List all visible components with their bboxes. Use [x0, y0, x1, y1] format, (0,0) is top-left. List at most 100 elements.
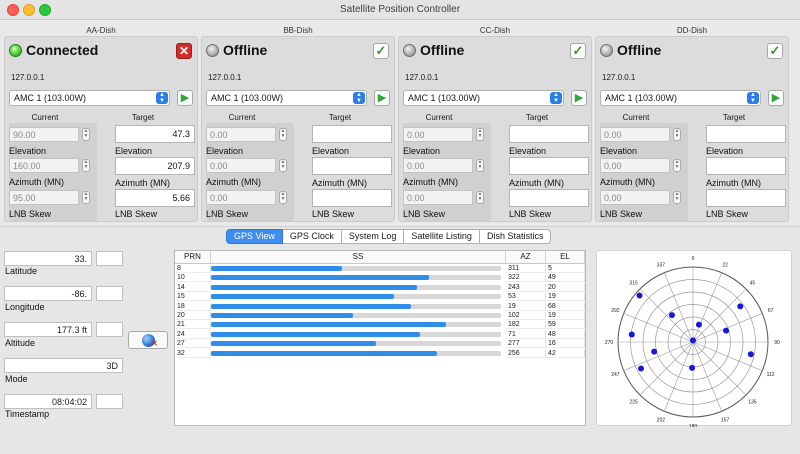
target-lnb-skew-field[interactable]: 5.66	[115, 189, 195, 207]
satellite-select[interactable]: AMC 1 (103.00W) ▲ ▼	[9, 90, 170, 106]
azimuth-spinner[interactable]: ▲ ▼	[673, 159, 681, 172]
prn-cell: 24	[175, 330, 211, 339]
current-azimuth-field[interactable]: 0.00	[600, 158, 670, 173]
current-lnb-skew-field[interactable]: 0.00	[403, 190, 473, 205]
current-elevation-field[interactable]: 0.00	[403, 127, 473, 142]
current-elevation-field[interactable]: 0.00	[600, 127, 670, 142]
tab-gps-view[interactable]: GPS View	[226, 229, 283, 244]
target-azimuth-field[interactable]	[706, 157, 786, 175]
move-dish-button[interactable]: ▶	[768, 90, 784, 106]
move-dish-button[interactable]: ▶	[571, 90, 587, 106]
longitude-field[interactable]: -86.	[4, 286, 92, 301]
prn-cell: 27	[175, 340, 211, 349]
elevation-spinner[interactable]: ▲ ▼	[673, 128, 681, 141]
azimuth-tick-label: 292	[611, 308, 620, 314]
table-row[interactable]: 14 243 20	[175, 283, 585, 292]
tab-dish-statistics[interactable]: Dish Statistics	[479, 229, 552, 244]
table-row[interactable]: 27 277 16	[175, 340, 585, 349]
azimuth-spinner[interactable]: ▲ ▼	[82, 159, 90, 172]
signal-strength-fill	[211, 303, 411, 309]
tab-gps-clock[interactable]: GPS Clock	[282, 229, 342, 244]
ss-column-header[interactable]: SS	[211, 251, 506, 264]
table-row[interactable]: 8 311 5	[175, 265, 585, 273]
az-column-header[interactable]: AZ	[506, 251, 546, 264]
current-azimuth-field[interactable]: 0.00	[403, 158, 473, 173]
table-row[interactable]: 15 53 19	[175, 293, 585, 302]
signal-strength-bar	[211, 275, 501, 281]
prn-cell: 8	[175, 265, 211, 273]
mode-field[interactable]: 3D	[4, 358, 123, 373]
gps-refresh-button[interactable]: ✕	[128, 331, 168, 349]
satellite-select[interactable]: AMC 1 (103.00W) ▲ ▼	[403, 90, 564, 106]
connect-button[interactable]: ✓	[570, 43, 586, 59]
connection-status: Offline	[617, 42, 662, 58]
connect-button[interactable]: ✓	[767, 43, 783, 59]
target-elevation-field[interactable]: 47.3	[115, 125, 195, 143]
move-dish-button[interactable]: ▶	[177, 90, 193, 106]
current-elevation-field[interactable]: 90.00	[9, 127, 79, 142]
target-azimuth-field[interactable]	[312, 157, 392, 175]
target-lnb-skew-field[interactable]	[706, 189, 786, 207]
prn-cell: 14	[175, 283, 211, 292]
updown-chevron-icon: ▲ ▼	[747, 92, 759, 104]
satellite-select[interactable]: AMC 1 (103.00W) ▲ ▼	[600, 90, 761, 106]
elevation-spinner[interactable]: ▲ ▼	[82, 128, 90, 141]
azimuth-spinner[interactable]: ▲ ▼	[279, 159, 287, 172]
prn-cell: 15	[175, 293, 211, 302]
altitude-field[interactable]: 177.3 ft	[4, 322, 92, 337]
lnb-skew-spinner[interactable]: ▲ ▼	[279, 191, 287, 204]
current-lnb-skew-field[interactable]: 0.00	[600, 190, 670, 205]
lnb-skew-spinner[interactable]: ▲ ▼	[673, 191, 681, 204]
current-elevation-field[interactable]: 0.00	[206, 127, 276, 142]
latitude-extra-field[interactable]	[96, 251, 123, 266]
target-lnb-skew-label: LNB Skew	[706, 209, 749, 219]
longitude-extra-field[interactable]	[96, 286, 123, 301]
target-elevation-field[interactable]	[706, 125, 786, 143]
tab-satellite-listing[interactable]: Satellite Listing	[404, 229, 480, 244]
prn-column-header[interactable]: PRN	[175, 251, 211, 264]
target-elevation-field[interactable]	[312, 125, 392, 143]
lnb-skew-spinner[interactable]: ▲ ▼	[82, 191, 90, 204]
window-titlebar: Satellite Position Controller	[0, 0, 800, 20]
table-row[interactable]: 10 322 49	[175, 274, 585, 283]
azimuth-spinner[interactable]: ▲ ▼	[476, 159, 484, 172]
target-azimuth-field[interactable]: 207.9	[115, 157, 195, 175]
satellite-point	[747, 351, 754, 358]
target-lnb-skew-field[interactable]	[312, 189, 392, 207]
el-column-header[interactable]: EL	[546, 251, 585, 264]
satellite-select[interactable]: AMC 1 (103.00W) ▲ ▼	[206, 90, 367, 106]
latitude-field[interactable]: 33.	[4, 251, 92, 266]
table-row[interactable]: 32 256 42	[175, 349, 585, 358]
table-row[interactable]: 24 71 48	[175, 330, 585, 339]
target-lnb-skew-field[interactable]	[509, 189, 589, 207]
elevation-spinner[interactable]: ▲ ▼	[279, 128, 287, 141]
table-row[interactable]: 21 182 59	[175, 321, 585, 330]
elevation-label: Elevation	[206, 146, 244, 156]
current-lnb-skew-field[interactable]: 0.00	[206, 190, 276, 205]
connect-button[interactable]: ✓	[373, 43, 389, 59]
disconnect-button[interactable]: ✕	[176, 43, 192, 59]
current-azimuth-field[interactable]: 160.00	[9, 158, 79, 173]
target-elevation-field[interactable]	[509, 125, 589, 143]
az-cell: 243	[506, 283, 546, 292]
elevation-spinner[interactable]: ▲ ▼	[476, 128, 484, 141]
signal-strength-fill	[211, 266, 342, 271]
satellite-select-value: AMC 1 (103.00W)	[14, 93, 87, 103]
signal-strength-fill	[211, 294, 394, 300]
current-azimuth-field[interactable]: 0.00	[206, 158, 276, 173]
status-led-icon	[600, 44, 613, 57]
timestamp-extra-field[interactable]	[96, 394, 123, 409]
timestamp-field[interactable]: 08:04:02	[4, 394, 92, 409]
current-header: Current	[622, 113, 650, 122]
move-dish-button[interactable]: ▶	[374, 90, 390, 106]
error-x-icon: ✕	[151, 339, 158, 348]
current-lnb-skew-field[interactable]: 95.00	[9, 190, 79, 205]
altitude-extra-field[interactable]	[96, 322, 123, 337]
tab-system-log[interactable]: System Log	[341, 229, 405, 244]
table-row[interactable]: 20 102 19	[175, 312, 585, 320]
target-azimuth-field[interactable]	[509, 157, 589, 175]
target-azimuth-label: Azimuth (MN)	[312, 178, 368, 188]
lnb-skew-spinner[interactable]: ▲ ▼	[476, 191, 484, 204]
table-row[interactable]: 18 19 68	[175, 302, 585, 311]
dish-name: DD-Dish	[676, 26, 708, 35]
